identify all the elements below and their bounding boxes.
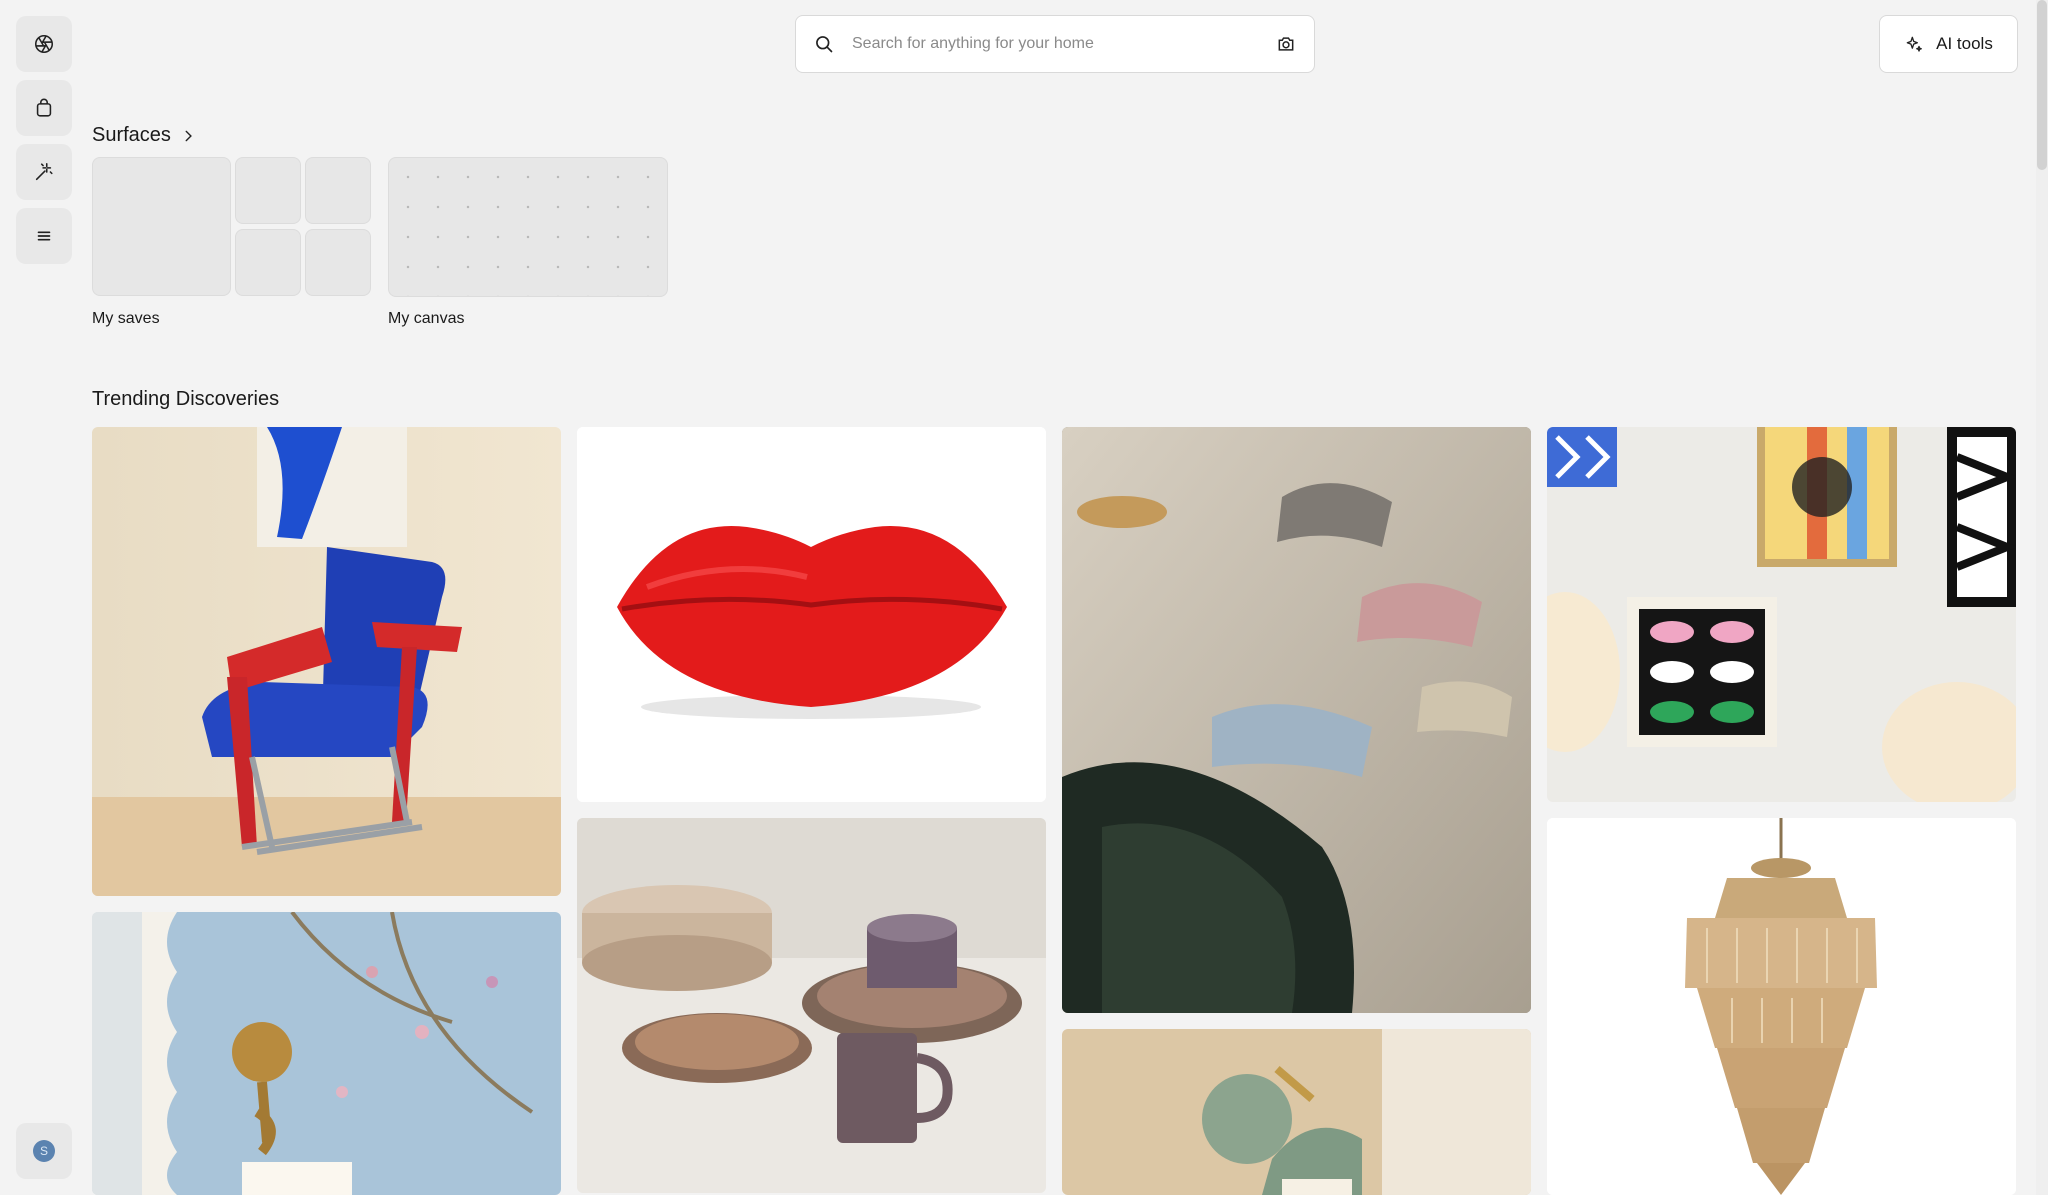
profile-button[interactable]: S [16,1123,72,1179]
lips-sofa-image [577,427,1046,802]
armchair-image [92,427,561,896]
saves-thumb [305,157,371,224]
product-card-art-prints[interactable] [1547,427,2016,802]
camera-icon[interactable] [1276,34,1296,54]
sidebar-item-menu[interactable] [16,208,72,264]
saves-thumb-large [92,157,231,296]
saves-thumb [235,157,301,224]
chandelier-image [1547,818,2016,1195]
saves-thumb [305,229,371,296]
surfaces-heading[interactable]: Surfaces [92,124,195,147]
sparkle-icon [1906,36,1923,52]
aperture-icon [34,34,54,54]
product-card-lips-sofa[interactable] [577,427,1046,802]
sofa-image [1062,427,1531,1013]
sconce-image [1062,1029,1531,1195]
search-input[interactable]: Search for anything for your home [852,35,1276,53]
chevron-right-icon [185,130,192,141]
ai-tools-label: AI tools [1936,34,1993,53]
shopping-bag-icon [36,98,52,117]
art-prints-image [1547,427,2016,802]
mirror-image [92,912,561,1195]
product-card-sofa[interactable] [1062,427,1531,1013]
scrollbar-thumb[interactable] [2037,0,2047,170]
menu-icon [37,231,51,241]
product-card-mirror[interactable] [92,912,561,1195]
sidebar-item-shop[interactable] [16,80,72,136]
search-bar[interactable]: Search for anything for your home [795,15,1315,73]
avatar: S [33,1140,55,1162]
ceramics-image [577,818,1046,1193]
trending-title: Trending Discoveries [92,388,280,410]
sidebar-item-create[interactable] [16,144,72,200]
product-card-chandelier[interactable] [1547,818,2016,1195]
saves-thumb [235,229,301,296]
sidebar: S [16,16,72,1179]
product-card-sconce[interactable] [1062,1029,1531,1195]
trending-heading: Trending Discoveries [92,388,279,411]
my-saves-label[interactable]: My saves [92,310,160,328]
product-card-ceramics[interactable] [577,818,1046,1193]
ai-tools-button[interactable]: AI tools [1879,15,2018,73]
my-canvas-label[interactable]: My canvas [388,310,464,328]
search-icon [816,36,833,53]
magic-wand-icon [35,162,53,181]
surfaces-title: Surfaces [92,124,171,146]
page-scrollbar[interactable] [2036,0,2048,1195]
my-canvas-tile[interactable] [388,157,668,297]
sidebar-item-home[interactable] [16,16,72,72]
product-card-armchair[interactable] [92,427,561,896]
